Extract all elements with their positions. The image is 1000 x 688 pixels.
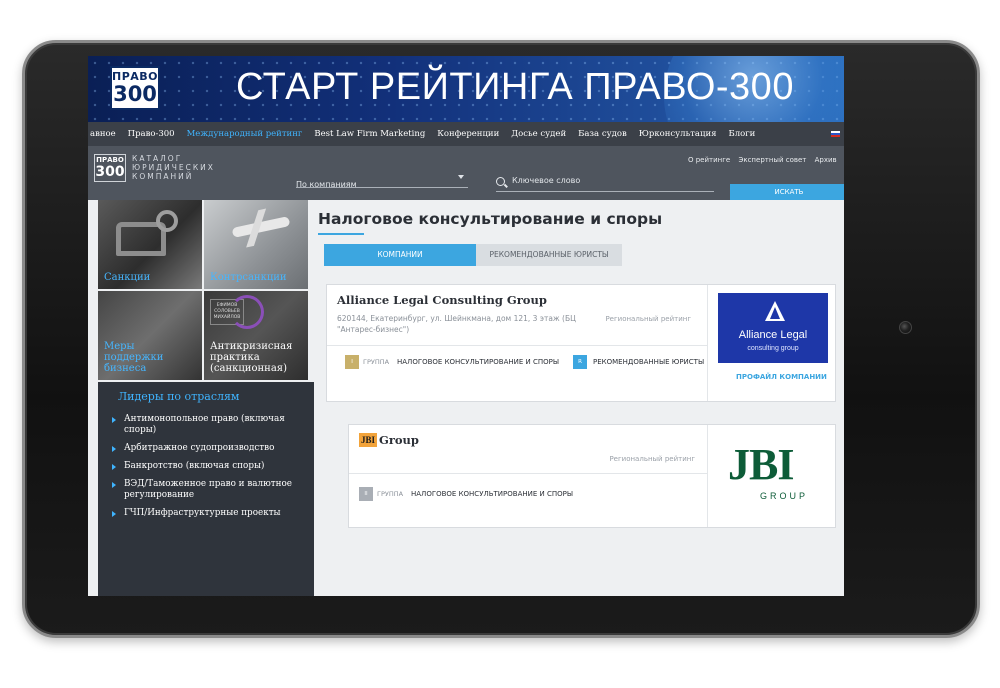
tile-label: Антикризисная практика (санкционная) xyxy=(210,341,293,374)
leader-item-arbitration[interactable]: Арбитражное судопроизводство xyxy=(112,443,312,454)
leader-item-bankruptcy[interactable]: Банкротство (включая споры) xyxy=(112,461,312,472)
nav-item-best-law-firm-marketing[interactable]: Best Law Firm Marketing xyxy=(314,129,425,139)
banner-logo-line2: 300 xyxy=(113,82,157,106)
nav-item-judges-dossier[interactable]: Досье судей xyxy=(511,129,566,139)
camera-icon xyxy=(899,321,912,334)
catalog-logo[interactable]: ПРАВО 300 xyxy=(94,154,126,182)
company-rating: Региональный рейтинг xyxy=(609,455,695,463)
link-archive[interactable]: Архив xyxy=(815,156,837,164)
search-button[interactable]: ИСКАТЬ xyxy=(730,184,844,200)
page-title: Налоговое консультирование и споры xyxy=(318,210,663,228)
plane-image xyxy=(231,216,291,238)
jbi-logo-sub: GROUP xyxy=(760,491,809,501)
tab-companies[interactable]: КОМПАНИИ xyxy=(324,244,476,266)
company-name[interactable]: Group xyxy=(379,433,419,447)
recommended-lawyers-link[interactable]: РЕКОМЕНДОВАННЫЕ ЮРИСТЫ xyxy=(593,358,704,366)
mountain-peak-icon xyxy=(765,301,785,321)
nav-item-courts-database[interactable]: База судов xyxy=(578,129,627,139)
group-badge: I xyxy=(345,355,359,369)
company-logo-cell: Alliance Legal consulting group ПРОФАЙЛ … xyxy=(707,285,837,401)
industry-leaders-panel: Лидеры по отраслям Антимонопольное право… xyxy=(98,382,316,596)
chevron-down-icon xyxy=(458,175,464,179)
company-card[interactable]: Alliance Legal Consulting Group 620144, … xyxy=(326,284,836,402)
group-label: ГРУППА xyxy=(363,358,390,366)
tile-countersanctions[interactable]: Контрсанкции xyxy=(204,200,308,289)
jbi-mini-logo: JBI xyxy=(359,433,377,447)
nav-item-conferences[interactable]: Конференции xyxy=(437,129,499,139)
catalog-logo-line1: ПРАВО xyxy=(96,156,124,164)
tile-sanctions[interactable]: Санкции xyxy=(98,200,202,289)
tile-anticrisis-practice[interactable]: ЕФИМОВ СОЛОВЬЕВ МИХАЙЛОВ Антикризисная п… xyxy=(204,291,308,380)
tablet-screen: ПРАВО 300 СТАРТ РЕЙТИНГА ПРАВО-300 авное… xyxy=(88,56,844,596)
leaders-title: Лидеры по отраслям xyxy=(118,390,240,403)
tile-label: Контрсанкции xyxy=(210,272,287,283)
russian-flag-icon[interactable] xyxy=(831,131,840,137)
link-expert-council[interactable]: Экспертный совет xyxy=(738,156,806,164)
tile-label: Меры поддержки бизнеса xyxy=(104,341,164,374)
leader-item-antitrust[interactable]: Антимонопольное право (включая споры) xyxy=(112,414,312,436)
company-logo-cell: JBI GROUP xyxy=(707,425,837,527)
leaders-list: Антимонопольное право (включая споры) Ар… xyxy=(112,414,312,526)
nav-item-international-rating[interactable]: Международный рейтинг xyxy=(187,129,303,139)
jbi-logo[interactable]: JBI xyxy=(728,439,794,490)
language-switcher[interactable] xyxy=(831,131,840,137)
company-profile-link[interactable]: ПРОФАЙЛ КОМПАНИИ xyxy=(736,373,827,381)
link-about-rating[interactable]: О рейтинге xyxy=(688,156,730,164)
keyword-search-placeholder: Ключевое слово xyxy=(512,176,581,185)
nav-item-home[interactable]: авное xyxy=(90,129,116,139)
practice-label: НАЛОГОВОЕ КОНСУЛЬТИРОВАНИЕ И СПОРЫ xyxy=(397,358,560,366)
keyword-search-input[interactable]: Ключевое слово xyxy=(496,176,714,192)
search-icon xyxy=(496,177,505,186)
leader-item-customs[interactable]: ВЭД/Таможенное право и валютное регулиро… xyxy=(112,479,312,501)
result-tabs: КОМПАНИИ РЕКОМЕНДОВАННЫЕ ЮРИСТЫ xyxy=(324,244,622,266)
alliance-logo-sub: consulting group xyxy=(747,345,799,352)
company-address: 620144, Екатеринбург, ул. Шейнкмана, дом… xyxy=(337,314,576,334)
leader-item-ppp[interactable]: ГЧП/Инфраструктурные проекты xyxy=(112,508,312,519)
title-underline xyxy=(318,233,364,235)
company-name[interactable]: Alliance Legal Consulting Group xyxy=(337,293,547,307)
group-label: ГРУППА xyxy=(377,490,404,498)
banner-title: СТАРТ РЕЙТИНГА ПРАВО-300 xyxy=(236,66,794,108)
company-card[interactable]: JBI Group Региональный рейтинг II ГРУППА… xyxy=(348,424,836,528)
topic-tiles: Санкции Контрсанкции Меры поддержки бизн… xyxy=(98,200,308,380)
banner-logo: ПРАВО 300 xyxy=(110,66,160,110)
main-content: Налоговое консультирование и споры КОМПА… xyxy=(314,200,844,596)
promo-banner[interactable]: ПРАВО 300 СТАРТ РЕЙТИНГА ПРАВО-300 xyxy=(88,56,844,122)
search-type-select[interactable]: По компаниям xyxy=(296,172,468,189)
catalog-header: ПРАВО 300 КАТАЛОГ ЮРИДИЧЕСКИХ КОМПАНИЙ П… xyxy=(88,146,844,200)
recommended-badge: R xyxy=(573,355,587,369)
nav-item-legal-consultation[interactable]: Юрконсультация xyxy=(639,129,717,139)
practice-label: НАЛОГОВОЕ КОНСУЛЬТИРОВАНИЕ И СПОРЫ xyxy=(411,490,574,498)
alliance-logo-name: Alliance Legal xyxy=(738,329,808,341)
tile-business-support[interactable]: Меры поддержки бизнеса xyxy=(98,291,202,380)
catalog-title: КАТАЛОГ ЮРИДИЧЕСКИХ КОМПАНИЙ xyxy=(132,154,215,181)
nav-item-pravo300[interactable]: Право-300 xyxy=(128,129,175,139)
sponsor-ring-graphic xyxy=(230,295,264,329)
main-nav: авное Право-300 Международный рейтинг Be… xyxy=(88,122,844,146)
valve-wheel-image xyxy=(156,210,178,232)
company-rating: Региональный рейтинг xyxy=(605,315,691,323)
catalog-links: О рейтинге Экспертный совет Архив xyxy=(688,156,843,164)
card-divider xyxy=(349,473,707,474)
catalog-logo-line2: 300 xyxy=(95,164,125,180)
search-type-value: По компаниям xyxy=(296,180,357,189)
group-badge: II xyxy=(359,487,373,501)
nav-item-blogs[interactable]: Блоги xyxy=(728,129,755,139)
tile-label: Санкции xyxy=(104,272,151,283)
card-divider xyxy=(327,345,707,346)
tab-recommended-lawyers[interactable]: РЕКОМЕНДОВАННЫЕ ЮРИСТЫ xyxy=(476,244,622,266)
alliance-legal-logo[interactable]: Alliance Legal consulting group xyxy=(718,293,828,363)
